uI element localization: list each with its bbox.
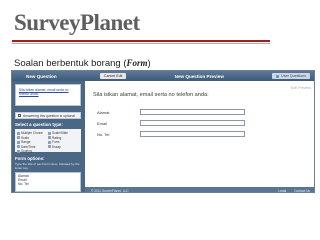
form-icon bbox=[48, 140, 51, 144]
scoring-icon bbox=[17, 149, 20, 153]
question-preview-panel: Edit Preview Sila isikan alamat, email s… bbox=[85, 81, 314, 193]
multiple-choice-icon bbox=[17, 131, 20, 135]
question-editor-sidebar: Sila isikan alamat, email serta no telef… bbox=[12, 81, 85, 192]
type-scale[interactable]: Scale bbox=[17, 136, 48, 140]
app-top-bar: New Question Cancel Edit New Question Pr… bbox=[12, 71, 314, 81]
footer-link-legal[interactable]: Legal bbox=[278, 189, 286, 193]
user-icon bbox=[276, 74, 280, 78]
slider-icon bbox=[48, 131, 51, 135]
select-type-title: Select a question type: bbox=[15, 122, 63, 127]
form-items-textarea[interactable]: Alamat Email No. Tel bbox=[15, 172, 81, 192]
title-rule-secondary bbox=[12, 43, 270, 44]
app-screenshot: New Question Cancel Edit New Question Pr… bbox=[11, 70, 315, 193]
form-item: No. Tel bbox=[18, 181, 29, 186]
form-options-note: Type the title of each form item, follow… bbox=[15, 162, 80, 170]
field-label-email: Email bbox=[97, 121, 108, 126]
type-form[interactable]: Form bbox=[48, 140, 79, 144]
preview-question-text: Sila isikan alamat, email serta no telef… bbox=[93, 92, 209, 98]
type-scale-slide[interactable]: Scale/Slide bbox=[48, 131, 79, 135]
optional-checkbox[interactable] bbox=[18, 114, 21, 117]
optional-answer-row[interactable]: Answering this question is optional bbox=[15, 112, 81, 119]
preview-footer: © 2011 SurveyPlanet, LLC Legal Contact U… bbox=[85, 187, 314, 193]
type-date-time[interactable]: Date/Time bbox=[17, 145, 48, 149]
optional-answer-label: Answering this question is optional bbox=[23, 113, 76, 118]
tab-new-question-preview[interactable]: New Question Preview bbox=[126, 74, 272, 79]
field-label-no-tel: No. Tel bbox=[97, 132, 110, 137]
edit-preview-link[interactable]: Edit Preview bbox=[291, 86, 311, 90]
form-options-title: Form options: bbox=[15, 156, 45, 161]
scale-icon bbox=[17, 136, 20, 139]
footer-copyright: © 2011 SurveyPlanet, LLC bbox=[91, 188, 129, 193]
no-tel-field[interactable] bbox=[140, 131, 245, 137]
tab-new-question[interactable]: New Question bbox=[26, 74, 57, 79]
cancel-edit-button[interactable]: Cancel Edit bbox=[100, 73, 127, 79]
type-range[interactable]: Range bbox=[17, 140, 48, 144]
heading-form-word: Form bbox=[126, 58, 148, 68]
user-questions-button[interactable]: User Questions bbox=[272, 73, 310, 79]
calendar-icon bbox=[17, 145, 20, 148]
type-rating[interactable]: Rating bbox=[48, 136, 79, 140]
rating-icon bbox=[48, 136, 51, 139]
type-multiple-choice[interactable]: Multiple Choice bbox=[17, 131, 48, 135]
question-text-input[interactable]: Sila isikan alamat, email serta no telef… bbox=[15, 84, 81, 106]
footer-link-contact[interactable]: Contact Us bbox=[294, 189, 310, 193]
alamat-field[interactable] bbox=[140, 109, 245, 115]
brand-logo-text: SurveyPlanet bbox=[14, 10, 140, 35]
field-label-alamat: Alamat bbox=[97, 110, 110, 115]
title-rule bbox=[12, 40, 270, 42]
email-field[interactable] bbox=[140, 120, 245, 126]
range-icon bbox=[17, 140, 20, 144]
question-type-list: Multiple Choice Scale/Slide Scale Rating… bbox=[15, 129, 81, 153]
essay-icon bbox=[48, 145, 51, 148]
slide-heading: Soalan berbentuk borang (Form) bbox=[14, 58, 151, 69]
type-scoring[interactable]: Scoring bbox=[17, 149, 48, 153]
type-essay[interactable]: Essay bbox=[48, 145, 79, 149]
